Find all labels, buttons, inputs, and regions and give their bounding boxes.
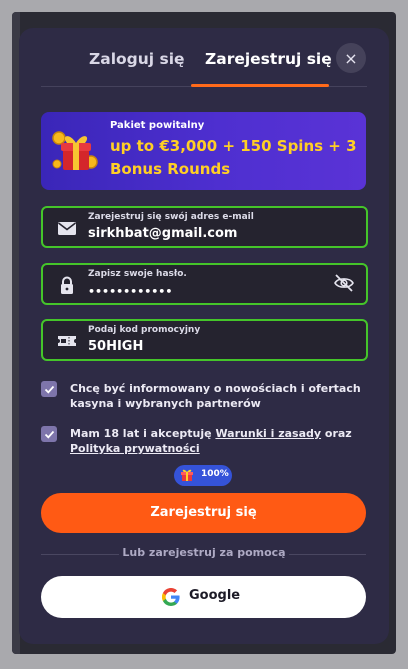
promo-code-label: Podaj kod promocyjny [88, 325, 201, 335]
alt-signup-label: Lub zarejestruj za pomocą [122, 546, 286, 559]
promo-code-field[interactable]: Podaj kod promocyjny 50HIGH [41, 319, 368, 361]
email-field[interactable]: Zarejestruj się swój adres e-mail sirkhb… [41, 206, 368, 248]
privacy-link[interactable]: Polityka prywatności [70, 442, 200, 455]
close-icon: × [344, 48, 358, 68]
tab-login[interactable]: Zaloguj się [89, 50, 185, 68]
welcome-bonus-banner: Pakiet powitalny up to €3,000 + 150 Spin… [41, 112, 366, 190]
close-button[interactable]: × [336, 43, 366, 73]
checkmark-icon [44, 385, 54, 394]
tab-register[interactable]: Zarejestruj się [205, 50, 332, 68]
terms-consent-checkbox[interactable] [41, 426, 57, 442]
checkmark-icon [44, 430, 54, 439]
register-submit-button[interactable]: Zarejestruj się [41, 493, 366, 533]
active-tab-indicator [191, 84, 329, 87]
password-label: Zapisz swoje hasło. [88, 269, 187, 279]
bonus-percent: 100% [201, 469, 229, 479]
email-value: sirkhbat@gmail.com [88, 226, 238, 241]
google-signup-button[interactable]: Google [41, 576, 366, 618]
google-label: Google [189, 588, 241, 603]
promo-subtitle: Pakiet powitalny [110, 120, 205, 131]
marketing-consent-checkbox[interactable] [41, 381, 57, 397]
terms-prefix: Mam 18 lat i akceptuję [70, 427, 212, 440]
eye-off-icon[interactable] [333, 273, 355, 293]
google-icon [162, 588, 180, 606]
gift-icon [181, 469, 193, 481]
bonus-percent-badge: 100% [174, 465, 232, 486]
password-value: •••••••••••• [88, 285, 173, 298]
terms-consent-text: Mam 18 lat i akceptuję Warunki i zasady … [70, 426, 370, 456]
promo-code-value: 50HIGH [88, 339, 144, 354]
terms-middle: oraz [324, 427, 352, 440]
envelope-icon [58, 222, 76, 235]
terms-link[interactable]: Warunki i zasady [215, 427, 321, 440]
promo-title: up to €3,000 + 150 Spins + 3 Bonus Round… [110, 137, 357, 178]
email-label: Zarejestruj się swój adres e-mail [88, 212, 254, 222]
register-modal: Zaloguj się Zarejestruj się × Pakiet pow… [19, 28, 389, 644]
ticket-icon [58, 336, 76, 346]
marketing-consent-text: Chcę być informowany o nowościach i ofer… [70, 382, 361, 410]
gift-coins-icon [52, 131, 98, 170]
lock-icon [61, 276, 73, 294]
password-field[interactable]: Zapisz swoje hasło. •••••••••••• [41, 263, 368, 305]
auth-tabs: Zaloguj się Zarejestruj się [19, 28, 389, 90]
